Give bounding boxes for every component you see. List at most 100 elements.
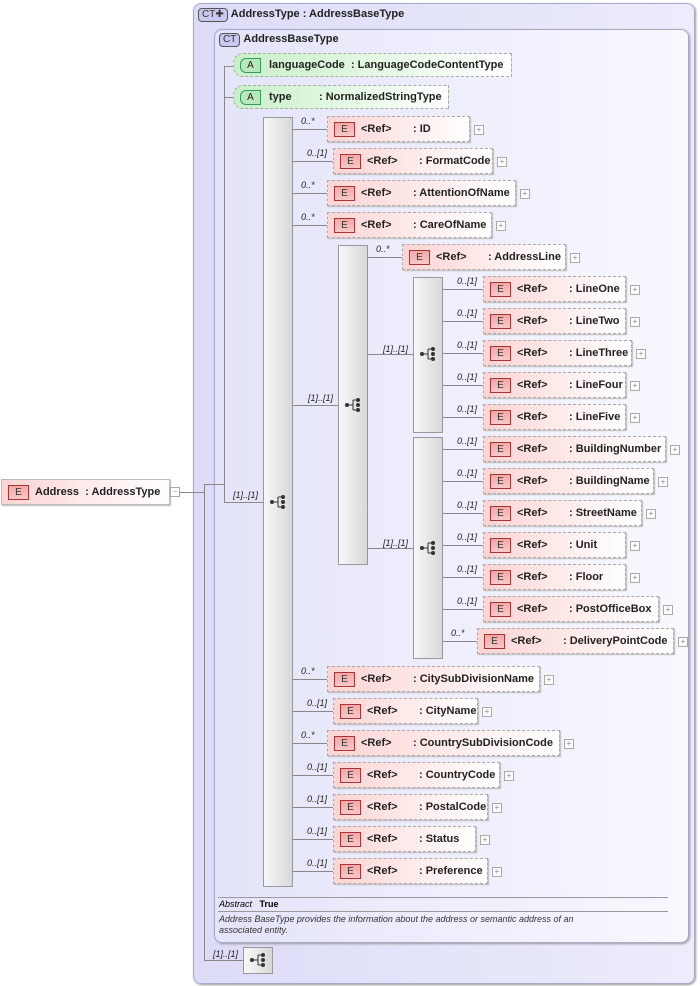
connector-line bbox=[293, 743, 327, 744]
element-ref[interactable]: E <Ref> : Floor bbox=[483, 564, 626, 590]
expand-icon[interactable]: + bbox=[630, 541, 640, 551]
multiplicity-label: 0..[1] bbox=[307, 762, 328, 772]
element-ref[interactable]: E <Ref> : StreetName bbox=[483, 500, 642, 526]
ref-label: <Ref> bbox=[517, 507, 548, 519]
element-ref[interactable]: E <Ref> : Unit bbox=[483, 532, 626, 558]
sequence-icon bbox=[270, 495, 285, 509]
expand-icon[interactable]: + bbox=[496, 221, 506, 231]
mult-label: [1]..[1] bbox=[233, 490, 259, 500]
element-badge-icon: E bbox=[340, 799, 361, 815]
root-name: Address bbox=[35, 486, 80, 498]
element-badge-icon: E bbox=[490, 377, 511, 393]
root-element-address[interactable]: E Address : AddressType bbox=[1, 479, 170, 505]
expand-icon[interactable]: + bbox=[504, 771, 514, 781]
element-ref[interactable]: E <Ref> : LineOne bbox=[483, 276, 626, 302]
element-ref[interactable]: E <Ref> : Status bbox=[333, 826, 476, 852]
connector-line bbox=[443, 321, 483, 322]
connector-line bbox=[443, 353, 483, 354]
expand-icon[interactable]: + bbox=[630, 285, 640, 295]
connector-line bbox=[443, 449, 483, 450]
mult-label: [1]..[1] bbox=[383, 538, 409, 548]
inner-title: CT AddressBaseType bbox=[219, 33, 339, 47]
expand-icon[interactable]: + bbox=[570, 253, 580, 263]
expand-icon[interactable]: + bbox=[670, 445, 680, 455]
expand-icon[interactable]: + bbox=[663, 605, 673, 615]
element-ref[interactable]: E <Ref> : PostalCode bbox=[333, 794, 488, 820]
connector-line bbox=[368, 548, 414, 549]
multiplicity-label: 0..* bbox=[301, 212, 315, 222]
ref-label: <Ref> bbox=[517, 411, 548, 423]
element-badge-icon: E bbox=[340, 863, 361, 879]
expand-icon[interactable]: + bbox=[497, 157, 507, 167]
element-ref[interactable]: E <Ref> : FormatCode bbox=[333, 148, 493, 174]
element-badge-icon: E bbox=[340, 767, 361, 783]
expand-icon[interactable]: + bbox=[520, 189, 530, 199]
connector-line bbox=[293, 193, 327, 194]
expand-icon[interactable]: + bbox=[564, 739, 574, 749]
connector-line bbox=[293, 405, 339, 406]
element-name: : Unit bbox=[569, 539, 598, 551]
element-ref[interactable]: E <Ref> : BuildingName bbox=[483, 468, 654, 494]
element-ref[interactable]: E <Ref> : CareOfName bbox=[327, 212, 492, 238]
element-badge-icon: E bbox=[490, 313, 511, 329]
expand-icon[interactable]: + bbox=[678, 637, 688, 647]
element-ref[interactable]: E <Ref> : DeliveryPointCode bbox=[477, 628, 674, 654]
connector-line bbox=[204, 484, 205, 961]
ref-label: <Ref> bbox=[517, 315, 548, 327]
element-name: : ID bbox=[413, 123, 431, 135]
element-name: : LineFour bbox=[569, 379, 623, 391]
element-badge-icon: E bbox=[334, 185, 355, 201]
outer-title: CT✚ AddressType : AddressBaseType bbox=[198, 8, 404, 22]
expand-icon[interactable]: + bbox=[492, 803, 502, 813]
multiplicity-label: 0..* bbox=[451, 628, 465, 638]
connector-line bbox=[293, 225, 327, 226]
connector-line bbox=[443, 577, 483, 578]
connector-line bbox=[293, 871, 333, 872]
element-ref[interactable]: E <Ref> : CitySubDivisionName bbox=[327, 666, 540, 692]
attribute-badge-icon: A bbox=[240, 57, 261, 73]
element-ref[interactable]: E <Ref> : ID bbox=[327, 116, 470, 142]
connector-line bbox=[443, 513, 483, 514]
expand-icon[interactable]: + bbox=[492, 867, 502, 877]
element-ref[interactable]: E <Ref> : LineFive bbox=[483, 404, 626, 430]
element-ref[interactable]: E <Ref> : AddressLine bbox=[402, 244, 566, 270]
element-ref[interactable]: E <Ref> : LineThree bbox=[483, 340, 632, 366]
element-badge-icon: E bbox=[490, 505, 511, 521]
expand-icon[interactable]: + bbox=[636, 349, 646, 359]
expand-icon[interactable]: + bbox=[544, 675, 554, 685]
multiplicity-label: 0..* bbox=[376, 244, 390, 254]
connector-line bbox=[180, 492, 204, 493]
element-name: : PostOfficeBox bbox=[569, 603, 652, 615]
expand-icon[interactable]: + bbox=[474, 125, 484, 135]
multiplicity-label: 0..[1] bbox=[457, 340, 478, 350]
element-ref[interactable]: E <Ref> : CountryCode bbox=[333, 762, 500, 788]
connector-line bbox=[293, 775, 333, 776]
element-ref[interactable]: E <Ref> : CountrySubDivisionCode bbox=[327, 730, 560, 756]
expand-icon[interactable]: + bbox=[630, 573, 640, 583]
expand-icon[interactable]: + bbox=[658, 477, 668, 487]
element-ref[interactable]: E <Ref> : CityName bbox=[333, 698, 478, 724]
expand-icon[interactable]: + bbox=[480, 835, 490, 845]
expand-icon[interactable]: + bbox=[630, 317, 640, 327]
collapse-icon[interactable]: − bbox=[170, 487, 180, 497]
connector-line bbox=[224, 66, 225, 503]
element-badge-icon: E bbox=[334, 735, 355, 751]
element-ref[interactable]: E <Ref> : BuildingNumber bbox=[483, 436, 666, 462]
element-ref[interactable]: E <Ref> : LineTwo bbox=[483, 308, 626, 334]
element-ref[interactable]: E <Ref> : AttentionOfName bbox=[327, 180, 516, 206]
expand-icon[interactable]: + bbox=[482, 707, 492, 717]
expand-icon[interactable]: + bbox=[630, 413, 640, 423]
abstract-row: Abstract True bbox=[219, 899, 279, 909]
attribute-languagecode[interactable]: A languageCode : LanguageCodeContentType bbox=[233, 53, 512, 77]
ref-label: <Ref> bbox=[517, 379, 548, 391]
element-ref[interactable]: E <Ref> : Preference bbox=[333, 858, 488, 884]
element-ref[interactable]: E <Ref> : PostOfficeBox bbox=[483, 596, 659, 622]
expand-icon[interactable]: + bbox=[630, 381, 640, 391]
attribute-type[interactable]: A type: NormalizedStringType bbox=[233, 85, 449, 109]
expand-icon[interactable]: + bbox=[646, 509, 656, 519]
element-name: : LineTwo bbox=[569, 315, 620, 327]
sequence-icon bbox=[250, 953, 265, 967]
element-name: : CitySubDivisionName bbox=[413, 673, 535, 685]
element-ref[interactable]: E <Ref> : LineFour bbox=[483, 372, 626, 398]
element-badge-icon: E bbox=[340, 153, 361, 169]
